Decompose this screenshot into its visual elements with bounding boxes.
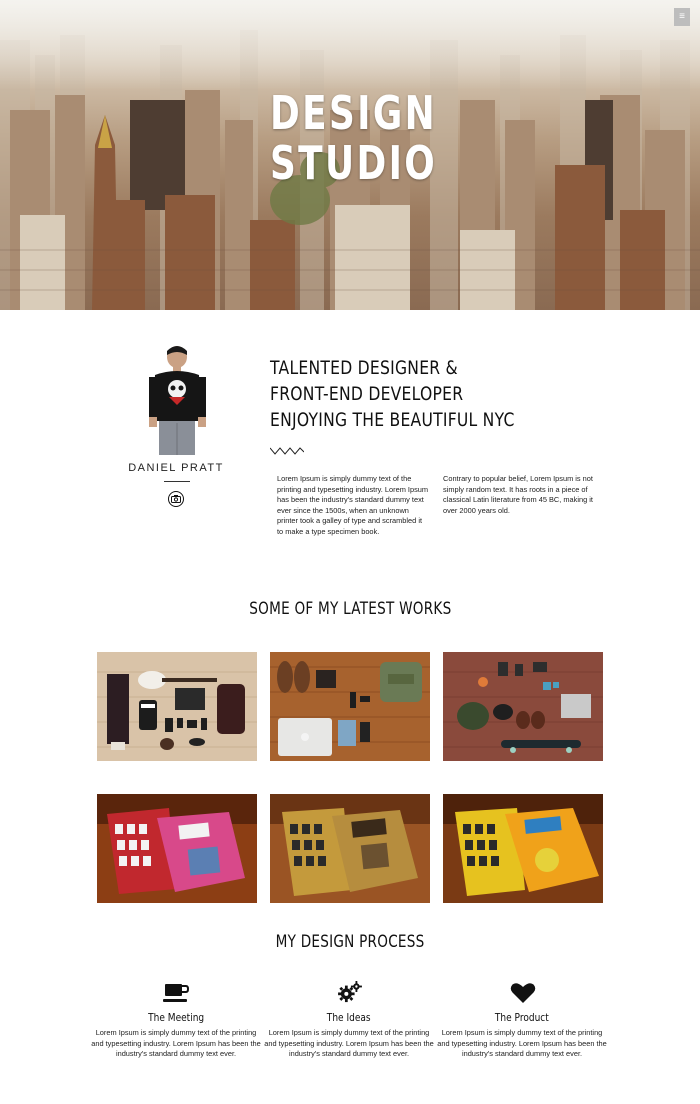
headline-line-2: FRONT-END DEVELOPER bbox=[270, 383, 464, 405]
site-title-line-1: DESIGN bbox=[270, 86, 438, 140]
coffee-cup-icon bbox=[163, 984, 189, 1002]
hamburger-icon: ≡ bbox=[679, 11, 685, 22]
process-step-1-text: Lorem Ipsum is simply dummy text of the … bbox=[91, 1028, 261, 1058]
work-thumbnail bbox=[443, 794, 603, 903]
about-paragraph-2: Contrary to popular belief, Lorem Ipsum … bbox=[443, 474, 593, 515]
work-item-book-mockup-red[interactable] bbox=[97, 794, 257, 903]
work-thumbnail bbox=[97, 652, 257, 761]
works-title-text: SOME OF MY LATEST WORKS bbox=[248, 599, 452, 619]
gears-icon bbox=[338, 981, 362, 1003]
process-step-2-name: The Ideas bbox=[262, 1011, 436, 1024]
work-item-flat-lay-skateboard[interactable] bbox=[443, 652, 603, 761]
heart-icon bbox=[510, 983, 536, 1003]
process-step-1-name: The Meeting bbox=[89, 1011, 263, 1024]
process-step-1-name-text: The Meeting bbox=[147, 1011, 205, 1024]
camera-icon-glyph bbox=[171, 495, 181, 503]
work-thumbnail bbox=[97, 794, 257, 903]
headline-line-3: ENJOYING THE BEAUTIFUL NYC bbox=[270, 409, 515, 431]
process-step-2-name-text: The Ideas bbox=[327, 1011, 371, 1024]
process-step-2-text: Lorem Ipsum is simply dummy text of the … bbox=[264, 1028, 434, 1058]
sky-haze bbox=[0, 0, 700, 90]
site-title: DESIGN STUDIO bbox=[270, 88, 437, 188]
work-thumbnail bbox=[270, 794, 430, 903]
about-paragraph-1: Lorem Ipsum is simply dummy text of the … bbox=[277, 474, 429, 536]
camera-icon[interactable] bbox=[168, 491, 184, 507]
process-title: MY DESIGN PROCESS bbox=[0, 932, 700, 952]
name-divider bbox=[164, 481, 190, 482]
process-step-3-name: The Product bbox=[435, 1011, 609, 1024]
profile-headline: TALENTED DESIGNER & FRONT-END DEVELOPER … bbox=[270, 355, 515, 433]
process-step-3-text: Lorem Ipsum is simply dummy text of the … bbox=[437, 1028, 607, 1058]
work-thumbnail bbox=[270, 652, 430, 761]
works-title: SOME OF MY LATEST WORKS bbox=[0, 599, 700, 619]
hero-banner: ≡ DESIGN STUDIO bbox=[0, 0, 700, 310]
headline-line-1: TALENTED DESIGNER & bbox=[270, 357, 458, 379]
work-thumbnail bbox=[443, 652, 603, 761]
profile-name: DANIEL PRATT bbox=[128, 462, 224, 474]
work-item-book-mockup-olive[interactable] bbox=[270, 794, 430, 903]
process-title-text: MY DESIGN PROCESS bbox=[275, 932, 425, 952]
menu-button[interactable]: ≡ bbox=[674, 8, 690, 26]
process-step-3-name-text: The Product bbox=[495, 1011, 549, 1024]
work-item-flat-lay-guitar[interactable] bbox=[97, 652, 257, 761]
profile-photo bbox=[149, 346, 206, 455]
work-item-flat-lay-laptop[interactable] bbox=[270, 652, 430, 761]
zigzag-divider bbox=[270, 447, 304, 455]
work-item-book-mockup-yellow[interactable] bbox=[443, 794, 603, 903]
site-title-line-2: STUDIO bbox=[270, 136, 438, 190]
